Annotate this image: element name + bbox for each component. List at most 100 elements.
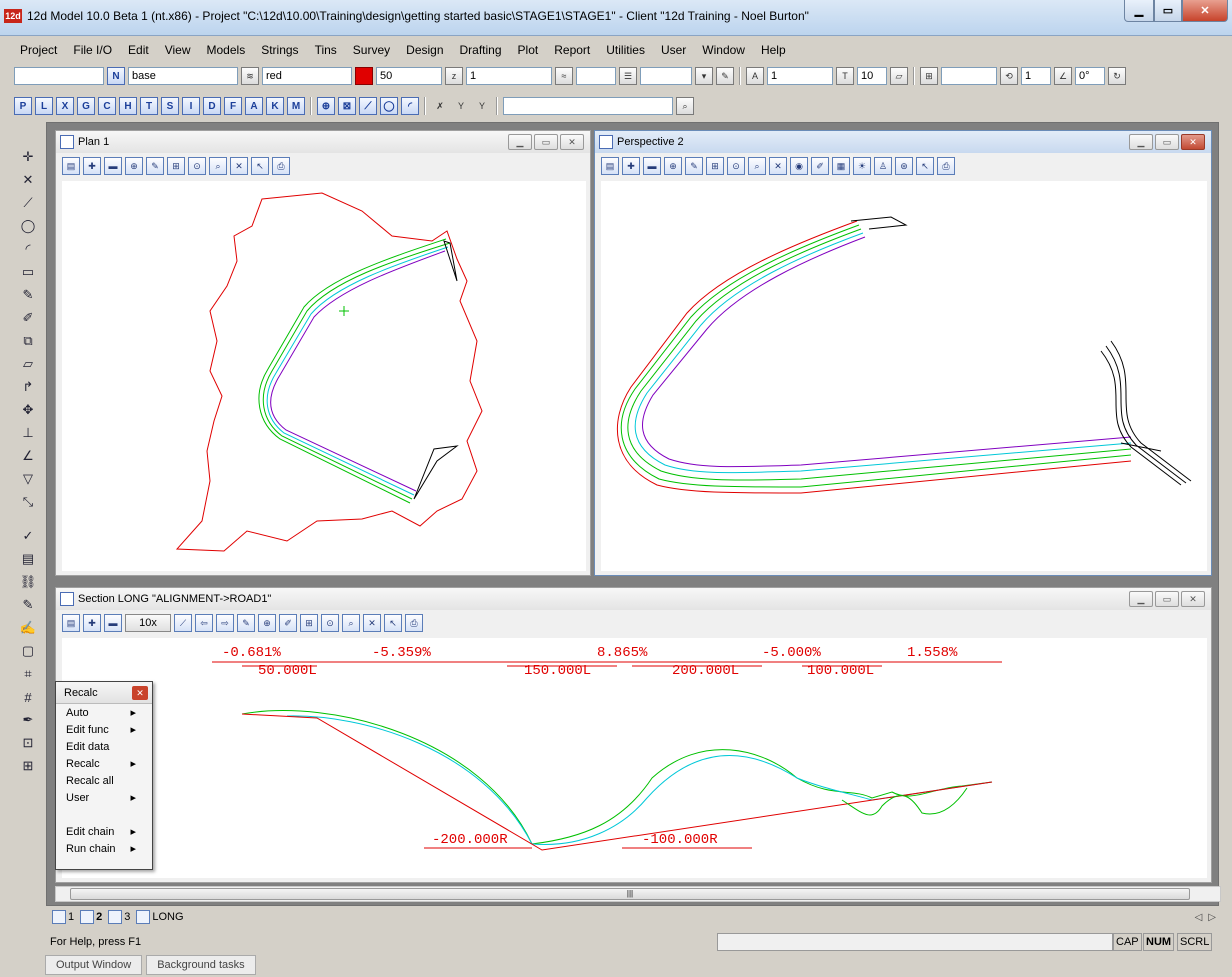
persp-remove-icon[interactable]: ▬	[643, 157, 661, 175]
snap-c-button[interactable]: C	[98, 97, 116, 115]
plan-clear-icon[interactable]: ✕	[230, 157, 248, 175]
persp-plot-icon[interactable]: ▤	[601, 157, 619, 175]
persp-print-icon[interactable]: ⎙	[937, 157, 955, 175]
persp-paint-icon[interactable]: ✎	[685, 157, 703, 175]
rotate-icon[interactable]: ↻	[1108, 67, 1126, 85]
snap-p-button[interactable]: P	[14, 97, 32, 115]
menu-drafting[interactable]: Drafting	[460, 43, 502, 57]
plan-zoom-extent-icon[interactable]: ⊞	[167, 157, 185, 175]
menu-item-edit-func[interactable]: Edit func ▸	[56, 721, 152, 738]
close-button[interactable]: ✕	[1182, 0, 1228, 22]
perspective-close-button[interactable]: ✕	[1181, 134, 1205, 150]
snap-cross-icon[interactable]: ⊠	[338, 97, 356, 115]
section-canvas[interactable]: -0.681% -5.359% 8.865% -5.000% 1.558% 50…	[62, 638, 1207, 878]
plan-plot-icon[interactable]: ▤	[62, 157, 80, 175]
linestyle-field[interactable]	[576, 67, 616, 85]
arc-tool-icon[interactable]: ◜	[17, 239, 39, 259]
plan-print-icon[interactable]: ⎙	[272, 157, 290, 175]
search-input[interactable]	[503, 97, 673, 115]
sect-zoom-icon[interactable]: ⌕	[342, 614, 360, 632]
intersect-icon[interactable]: ✗	[431, 97, 449, 115]
snap-g-button[interactable]: G	[77, 97, 95, 115]
linestyle-icon[interactable]: ≈	[555, 67, 573, 85]
text-height-field[interactable]: 10	[857, 67, 887, 85]
model-layers-icon[interactable]: ≋	[241, 67, 259, 85]
sect-zoom-extent-icon[interactable]: ⊞	[300, 614, 318, 632]
tab-view-long[interactable]: LONG	[136, 910, 184, 924]
snap-k-button[interactable]: K	[266, 97, 284, 115]
select-tool-icon[interactable]: ⧉	[17, 331, 39, 351]
name-field[interactable]	[14, 67, 104, 85]
perspective-canvas[interactable]	[601, 181, 1207, 571]
scale-tool-icon[interactable]: ⤡	[17, 492, 39, 512]
sect-zoom-window-icon[interactable]: ⊙	[321, 614, 339, 632]
fork-icon[interactable]: Y	[452, 97, 470, 115]
plan-canvas[interactable]	[62, 181, 586, 571]
plan-zoom-window-icon[interactable]: ⊙	[188, 157, 206, 175]
table-tool-icon[interactable]: ▤	[17, 549, 39, 569]
rectangle-tool-icon[interactable]: ▭	[17, 262, 39, 282]
plan-pick-icon[interactable]: ↖	[251, 157, 269, 175]
maximize-button[interactable]: ▭	[1154, 0, 1182, 22]
dropdown-icon[interactable]: ▾	[695, 67, 713, 85]
menu-edit[interactable]: Edit	[128, 43, 149, 57]
persp-zoom-extent-icon[interactable]: ⊞	[706, 157, 724, 175]
z-icon[interactable]: z	[445, 67, 463, 85]
sect-plot-icon[interactable]: ▤	[62, 614, 80, 632]
snap-arc-icon[interactable]: ◜	[401, 97, 419, 115]
sect-left-icon[interactable]: ⇦	[195, 614, 213, 632]
section-zoom-factor[interactable]: 10x	[125, 614, 171, 632]
snap-d-button[interactable]: D	[203, 97, 221, 115]
colour-swatch-button[interactable]	[355, 67, 373, 85]
persp-paint-brush-icon[interactable]: ✐	[811, 157, 829, 175]
persp-light-icon[interactable]: ☀	[853, 157, 871, 175]
plan-maximize-button[interactable]: ▭	[534, 134, 558, 150]
snap-m-button[interactable]: M	[287, 97, 305, 115]
scrollbar-thumb[interactable]: |||	[70, 888, 1190, 900]
search-icon[interactable]: ⌕	[676, 97, 694, 115]
plan-paint-icon[interactable]: ✎	[146, 157, 164, 175]
menu-survey[interactable]: Survey	[353, 43, 390, 57]
check-tool-icon[interactable]: ✓	[17, 526, 39, 546]
chain-tool-icon[interactable]: ⛓	[17, 572, 39, 592]
weight-field[interactable]: 50	[376, 67, 442, 85]
grid-icon[interactable]: ⊞	[920, 67, 938, 85]
draw-tool-icon[interactable]: ✍	[17, 618, 39, 638]
persp-zoom-in-icon[interactable]: ⊕	[664, 157, 682, 175]
snap-h-button[interactable]: H	[119, 97, 137, 115]
persp-zoom-icon[interactable]: ⌕	[748, 157, 766, 175]
ruler-icon[interactable]: ▱	[890, 67, 908, 85]
pen-icon[interactable]: ✎	[716, 67, 734, 85]
menu-strings[interactable]: Strings	[261, 43, 298, 57]
text-style-field[interactable]	[640, 67, 692, 85]
text-a-icon[interactable]: A	[746, 67, 764, 85]
angle-field[interactable]: 0°	[1075, 67, 1105, 85]
section-close-button[interactable]: ✕	[1181, 591, 1205, 607]
plan-zoom-in-icon[interactable]: ⊕	[125, 157, 143, 175]
menu-plot[interactable]: Plot	[518, 43, 539, 57]
menu-item-run-chain[interactable]: Run chain ▸	[56, 840, 152, 857]
snap-point-icon[interactable]: ⊕	[317, 97, 335, 115]
persp-pick-icon[interactable]: ↖	[916, 157, 934, 175]
text-t-icon[interactable]: T	[836, 67, 854, 85]
persp-render-icon[interactable]: ▦	[832, 157, 850, 175]
grid-field[interactable]	[941, 67, 997, 85]
sect-zoom-in-icon[interactable]: ⊕	[258, 614, 276, 632]
box-tool-icon[interactable]: ▢	[17, 641, 39, 661]
perspective-view-titlebar[interactable]: Perspective 2	[595, 131, 1211, 153]
lineweight-icon[interactable]: ☰	[619, 67, 637, 85]
sect-pick-icon[interactable]: ↖	[384, 614, 402, 632]
sect-print-icon[interactable]: ⎙	[405, 614, 423, 632]
marker-tool-icon[interactable]: ✒	[17, 710, 39, 730]
photo-tool-icon[interactable]: ⊞	[17, 756, 39, 776]
snap-x-button[interactable]: X	[56, 97, 74, 115]
spacing-field[interactable]: 1	[1021, 67, 1051, 85]
section-maximize-button[interactable]: ▭	[1155, 591, 1179, 607]
menu-models[interactable]: Models	[207, 43, 246, 57]
angle-icon[interactable]: ∠	[1054, 67, 1072, 85]
snap-f-button[interactable]: F	[224, 97, 242, 115]
snap-s-button[interactable]: S	[161, 97, 179, 115]
sect-remove-icon[interactable]: ▬	[104, 614, 122, 632]
menu-item-user[interactable]: User ▸	[56, 789, 152, 806]
section-view-titlebar[interactable]: Section LONG "ALIGNMENT->ROAD1"	[56, 588, 1211, 610]
